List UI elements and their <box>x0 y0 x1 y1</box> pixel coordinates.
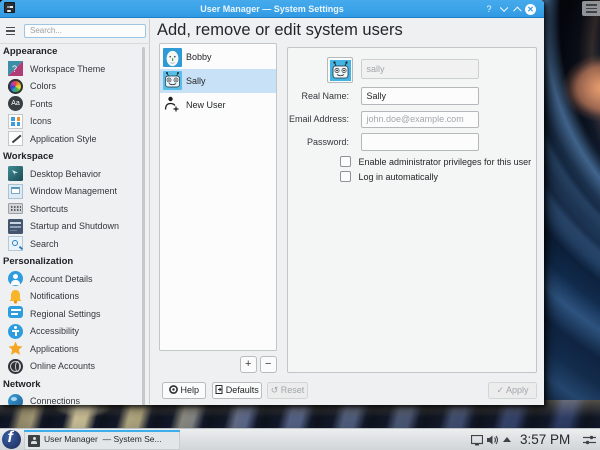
svg-text:?: ? <box>12 64 17 74</box>
